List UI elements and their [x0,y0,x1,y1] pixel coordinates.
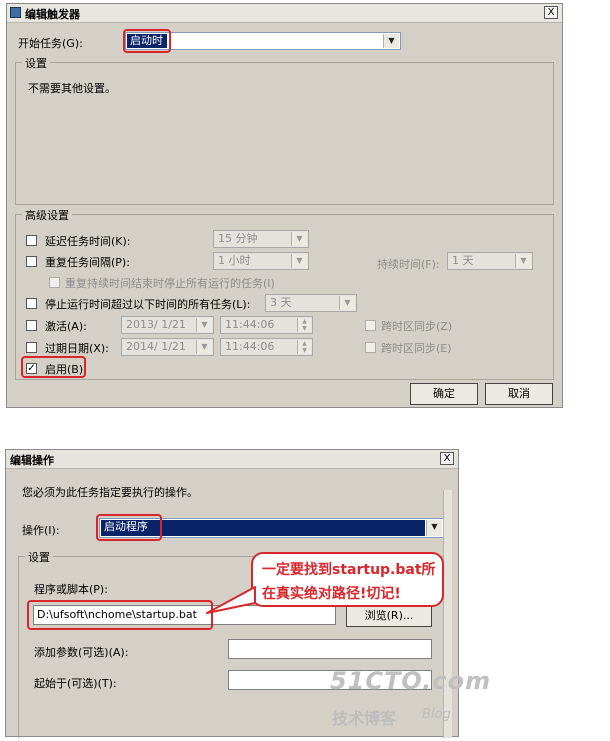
advanced-group-label: 高级设置 [22,207,72,223]
action-close-button[interactable]: X [440,452,454,465]
program-path-highlight [27,600,213,630]
activate-time-value: 11:44:06 [225,318,275,331]
watermark-site: 51CTO.com [330,667,492,695]
repeat-task-label: 重复任务间隔(P): [45,256,130,269]
expire-sync-label: 跨时区同步(E) [381,342,452,355]
action-highlight [96,514,162,541]
expire-label: 过期日期(X): [45,342,109,355]
expire-sync-checkbox[interactable] [365,342,376,353]
activate-sync-label: 跨时区同步(Z) [381,320,453,333]
stop-long-select[interactable]: 3 天 ▼ [265,294,357,312]
activate-date-picker[interactable]: 2013/ 1/21 ▼ [121,316,214,334]
repeat-value: 1 小时 [218,254,251,267]
watermark: 51CTO.com 技术博客 Blog [330,667,490,731]
action-label: 操作(I): [22,524,60,537]
repeat-task-checkbox[interactable] [26,256,37,267]
expire-date-value: 2014/ 1/21 [126,340,186,353]
callout-line-1: 一定要找到startup.bat所 [262,562,436,578]
delay-task-label: 延迟任务时间(K): [45,235,131,248]
expire-date-picker[interactable]: 2014/ 1/21 ▼ [121,338,214,356]
activate-checkbox[interactable] [26,320,37,331]
watermark-tagline: 技术博客 [332,709,397,728]
trigger-close-button[interactable]: X [544,6,558,19]
stop-long-tasks-label: 停止运行时间超过以下时间的所有任务(L): [45,298,251,311]
chevron-down-icon[interactable]: ▼ [383,34,399,48]
begin-task-label: 开始任务(G): [18,37,83,50]
activate-sync-checkbox[interactable] [365,320,376,331]
callout-line-2: 在真实绝对路径!切记! [262,586,401,602]
stop-at-duration-end-label: 重复持续时间结束时停止所有运行的任务(I) [65,277,275,290]
annotation-callout: 一定要找到startup.bat所 在真实绝对路径!切记! [251,552,444,607]
chevron-down-icon: ▼ [291,232,307,246]
activate-label: 激活(A): [45,320,87,333]
browse-button[interactable]: 浏览(R)... [346,605,432,627]
duration-select[interactable]: 1 天 ▼ [447,252,533,270]
action-settings-group-label: 设置 [25,549,53,565]
calendar-dropdown-icon: ▼ [196,318,212,332]
duration-label: 持续时间(F): [377,258,440,271]
spinner-arrows-icon: ▲ ▼ [297,340,311,354]
calendar-dropdown-icon: ▼ [196,340,212,354]
stop-long-value: 3 天 [270,296,292,309]
chevron-down-icon: ▼ [339,296,355,310]
ok-button[interactable]: 确定 [410,383,478,405]
activate-date-value: 2013/ 1/21 [126,318,186,331]
edit-trigger-dialog: 编辑触发器 X 开始任务(G): 启动时 ▼ 设置 不需要其他设置。 高级设置 … [6,3,563,408]
trigger-dialog-title: 编辑触发器 [25,8,80,21]
begin-task-highlight [123,29,171,53]
duration-value: 1 天 [452,254,474,267]
delay-task-checkbox[interactable] [26,235,37,246]
activate-time-spinner[interactable]: 11:44:06 ▲ ▼ [220,316,313,334]
settings-group: 设置 不需要其他设置。 [15,55,554,205]
expire-time-spinner[interactable]: 11:44:06 ▲ ▼ [220,338,313,356]
delay-value: 15 分钟 [218,232,258,245]
watermark-blog: Blog [422,707,451,722]
arguments-label: 添加参数(可选)(A): [34,646,129,659]
arguments-field[interactable] [228,639,432,659]
repeat-select[interactable]: 1 小时 ▼ [213,252,309,270]
action-dialog-title: 编辑操作 [10,454,54,467]
chevron-down-icon: ▼ [291,254,307,268]
enabled-highlight [21,356,86,378]
settings-note: 不需要其他设置。 [28,82,116,95]
delay-select[interactable]: 15 分钟 ▼ [213,230,309,248]
expire-checkbox[interactable] [26,342,37,353]
program-label: 程序或脚本(P): [34,583,108,596]
settings-group-label: 设置 [22,55,50,71]
chevron-down-icon[interactable]: ▼ [426,520,442,536]
action-titlebar: 编辑操作 X [6,450,458,469]
trigger-titlebar: 编辑触发器 X [7,4,562,23]
expire-time-value: 11:44:06 [225,340,275,353]
start-in-label: 起始于(可选)(T): [34,677,117,690]
chevron-down-icon: ▼ [515,254,531,268]
action-instruction: 您必须为此任务指定要执行的操作。 [22,486,198,499]
spinner-arrows-icon: ▲ ▼ [297,318,311,332]
callout-pointer [206,586,256,614]
window-app-icon [10,7,21,18]
stop-long-tasks-checkbox[interactable] [26,298,37,309]
stop-at-duration-end-checkbox[interactable] [49,277,60,288]
cancel-button[interactable]: 取消 [485,383,553,405]
